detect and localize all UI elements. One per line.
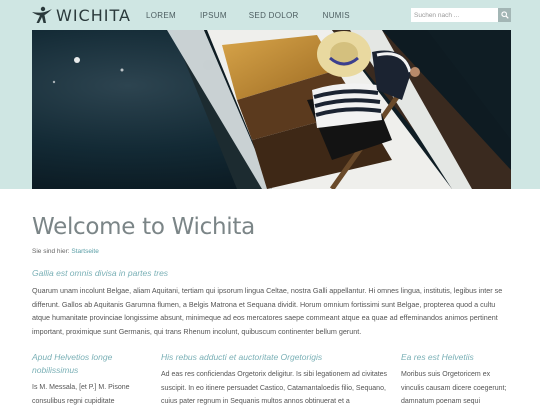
- breadcrumb: Sie sind hier: Startseite: [32, 248, 99, 255]
- logo-text: WICHITA: [56, 5, 131, 25]
- page-title: Welcome to Wichita: [32, 214, 255, 240]
- column-heading: Ea res est Helvetiis: [401, 352, 474, 362]
- magnifier-icon: [500, 11, 509, 19]
- nav-item-ipsum[interactable]: IPSUM: [200, 11, 227, 20]
- column-heading: His rebus adducti et auctoritate Orgetor…: [161, 352, 323, 362]
- column-text: Ad eas res conficiendas Orgetorix deligi…: [161, 371, 388, 405]
- nav-item-numis[interactable]: NUMIS: [323, 11, 350, 20]
- breadcrumb-prefix: Sie sind hier:: [32, 248, 70, 255]
- search-button[interactable]: [498, 8, 511, 22]
- breadcrumb-link-home[interactable]: Startseite: [71, 248, 98, 255]
- nav-item-lorem[interactable]: LOREM: [146, 11, 176, 20]
- section-heading: Gallia est omnis divisa in partes tres: [32, 268, 169, 278]
- column-heading: Apud Helvetios longe nobilissimus: [32, 352, 113, 375]
- person-leaping-icon: [32, 6, 52, 23]
- search-input[interactable]: [411, 8, 498, 22]
- nav-item-sed-dolor[interactable]: SED DOLOR: [249, 11, 299, 20]
- logo[interactable]: WICHITA: [31, 5, 131, 25]
- hero-image: [32, 30, 511, 189]
- column-1: Apud Helvetios longe nobilissimus Is M. …: [32, 351, 140, 405]
- main-nav: LOREM IPSUM SED DOLOR NUMIS: [146, 0, 374, 30]
- column-3: Ea res est Helvetiis Moribus suis Orgeto…: [401, 351, 511, 405]
- column-text: Is M. Messala, [et P.] M. Pisone consuli…: [32, 384, 130, 405]
- top-bar: WICHITA LOREM IPSUM SED DOLOR NUMIS: [0, 0, 540, 30]
- column-text: Moribus suis Orgetoricem ex vinculis cau…: [401, 371, 507, 405]
- gondolier-photo: [32, 30, 511, 189]
- intro-paragraph: Quarum unam incolunt Belgae, aliam Aquit…: [32, 286, 503, 336]
- search-box: [411, 8, 511, 22]
- column-2: His rebus adducti et auctoritate Orgetor…: [161, 351, 389, 405]
